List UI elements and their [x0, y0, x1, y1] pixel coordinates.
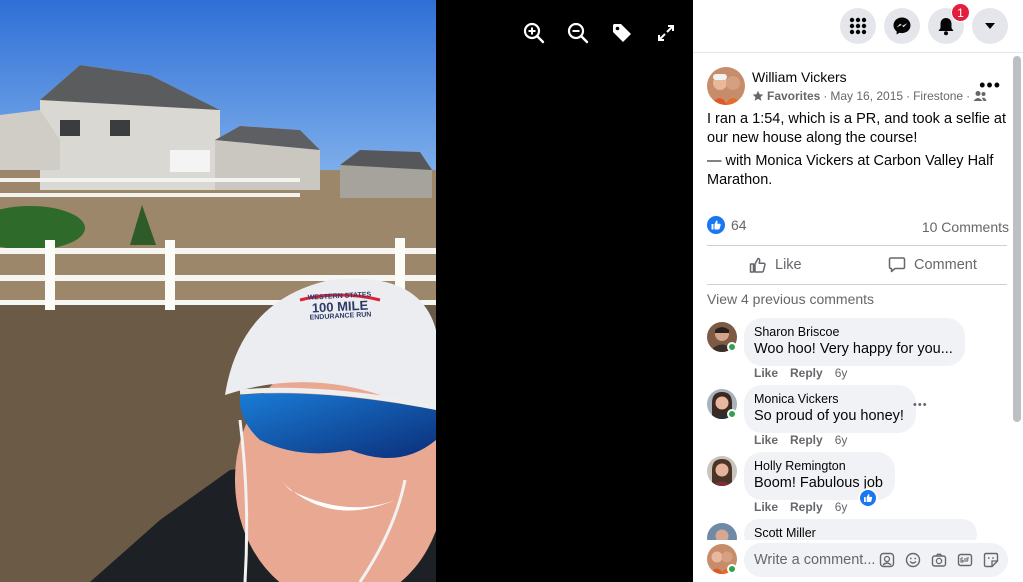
author-avatar[interactable] — [707, 67, 745, 105]
commenter-name[interactable]: Monica Vickers — [754, 391, 904, 407]
post-panel: 1 William Vickers Favorites · May 16, 20… — [693, 0, 1023, 582]
comment-like-button[interactable]: Like — [754, 433, 778, 447]
emoji-icon — [905, 552, 921, 568]
comments-count[interactable]: 10 Comments — [922, 219, 1009, 235]
avatar-image — [707, 456, 737, 486]
comment-like-button[interactable]: Like — [754, 500, 778, 514]
reaction-count: 64 — [731, 217, 747, 233]
photo-viewer: WESTERN STATES 100 MILE ENDURANCE RUN — [0, 0, 693, 582]
commenter-name[interactable]: Sharon Briscoe — [754, 324, 953, 340]
post-text: I ran a 1:54, which is a PR, and took a … — [707, 111, 1007, 146]
like-label: Like — [775, 257, 802, 273]
scrollbar-thumb[interactable] — [1013, 56, 1021, 422]
account-button[interactable] — [972, 8, 1008, 44]
comment-composer: Write a comment... — [693, 540, 1023, 582]
comment-timestamp[interactable]: 6y — [835, 500, 848, 514]
commenter-avatar[interactable] — [707, 456, 737, 486]
comment-bubble: Monica Vickers So proud of you honey! — [744, 385, 916, 433]
comment-text: So proud of you honey! — [754, 408, 904, 424]
comment-options-button[interactable]: ••• — [913, 399, 928, 411]
comment-reply-button[interactable]: Reply — [790, 500, 823, 514]
comment-input-placeholder: Write a comment... — [754, 552, 876, 568]
expand-icon — [658, 25, 674, 41]
caret-down-icon — [985, 23, 995, 29]
sticker-button[interactable] — [982, 551, 1000, 569]
tag-photo-button[interactable] — [610, 21, 634, 45]
messenger-button[interactable] — [884, 8, 920, 44]
avatar-sticker-icon — [879, 552, 895, 568]
notification-count-badge: 1 — [951, 3, 970, 22]
comment-reaction-badge[interactable] — [858, 488, 878, 508]
meta-separator: · — [906, 89, 911, 103]
post-meta: Favorites · May 16, 2015 · Firestone · — [752, 89, 987, 103]
camera-icon — [931, 553, 947, 567]
meta-separator: · — [823, 89, 828, 103]
comment-like-button[interactable]: Like — [754, 366, 778, 380]
post-location[interactable]: Firestone — [913, 89, 963, 103]
messenger-icon — [893, 17, 911, 35]
online-status-dot — [727, 409, 737, 419]
zoom-in-icon — [523, 22, 545, 44]
notifications-button[interactable]: 1 — [928, 3, 970, 44]
fullscreen-button[interactable] — [654, 21, 678, 45]
comment-reply-button[interactable]: Reply — [790, 366, 823, 380]
zoom-in-button[interactable] — [522, 21, 546, 45]
comment-text: Woo hoo! Very happy for you... — [754, 341, 953, 357]
star-icon — [752, 90, 764, 101]
post-photo[interactable]: WESTERN STATES 100 MILE ENDURANCE RUN — [0, 0, 436, 582]
photo-viewer-page: WESTERN STATES 100 MILE ENDURANCE RUN 1 … — [0, 0, 1023, 582]
like-reaction-icon — [860, 490, 876, 506]
menu-button[interactable] — [840, 8, 876, 44]
tagged-person-link[interactable]: Monica Vickers — [755, 153, 853, 169]
top-bar: 1 — [693, 0, 1023, 53]
photo-button[interactable] — [930, 551, 948, 569]
post-tags: — with Monica Vickers at Carbon Valley H… — [707, 152, 1007, 189]
tag-icon — [613, 24, 631, 42]
comment-actions: Like Reply 6y — [754, 500, 847, 514]
avatar-image — [707, 67, 745, 105]
thumbs-up-icon — [749, 257, 766, 273]
emoji-button[interactable] — [904, 551, 922, 569]
gif-icon — [957, 553, 973, 567]
comment-actions: Like Reply 6y — [754, 366, 847, 380]
post-options-button[interactable]: ••• — [979, 75, 1001, 96]
comment-input[interactable]: Write a comment... — [744, 543, 1008, 577]
like-reaction-icon — [707, 216, 725, 234]
comment-timestamp[interactable]: 6y — [835, 433, 848, 447]
comment-label: Comment — [914, 257, 977, 273]
avatar-sticker-button[interactable] — [878, 551, 896, 569]
with-at: at — [853, 153, 874, 169]
comment-reply-button[interactable]: Reply — [790, 433, 823, 447]
commenter-name[interactable]: Holly Remington — [754, 458, 883, 474]
composer-tools — [878, 543, 1000, 577]
meta-separator: · — [966, 89, 971, 103]
like-button[interactable]: Like — [749, 246, 802, 284]
comment-button[interactable]: Comment — [888, 246, 977, 284]
favorites-label[interactable]: Favorites — [767, 89, 820, 103]
sticker-icon — [983, 552, 999, 568]
comment-timestamp[interactable]: 6y — [835, 366, 848, 380]
reaction-summary[interactable]: 64 — [707, 216, 747, 234]
post-date[interactable]: May 16, 2015 — [830, 89, 903, 103]
gif-button[interactable] — [956, 551, 974, 569]
comment-bubble: Sharon Briscoe Woo hoo! Very happy for y… — [744, 318, 965, 366]
comment-icon — [888, 257, 906, 273]
comment-actions: Like Reply 6y — [754, 433, 847, 447]
grid-menu-icon — [849, 17, 867, 35]
view-previous-comments-link[interactable]: View 4 previous comments — [707, 291, 874, 307]
cap-logo: WESTERN STATES 100 MILE ENDURANCE RUN — [299, 291, 380, 322]
online-status-dot — [727, 564, 737, 574]
online-status-dot — [727, 342, 737, 352]
zoom-out-button[interactable] — [566, 21, 590, 45]
author-name[interactable]: William Vickers — [752, 69, 847, 85]
commenter-name[interactable]: Scott Miller — [754, 525, 965, 541]
zoom-out-icon — [567, 22, 589, 44]
post-actions: Like Comment — [707, 245, 1007, 285]
with-prefix: — with — [707, 153, 756, 169]
